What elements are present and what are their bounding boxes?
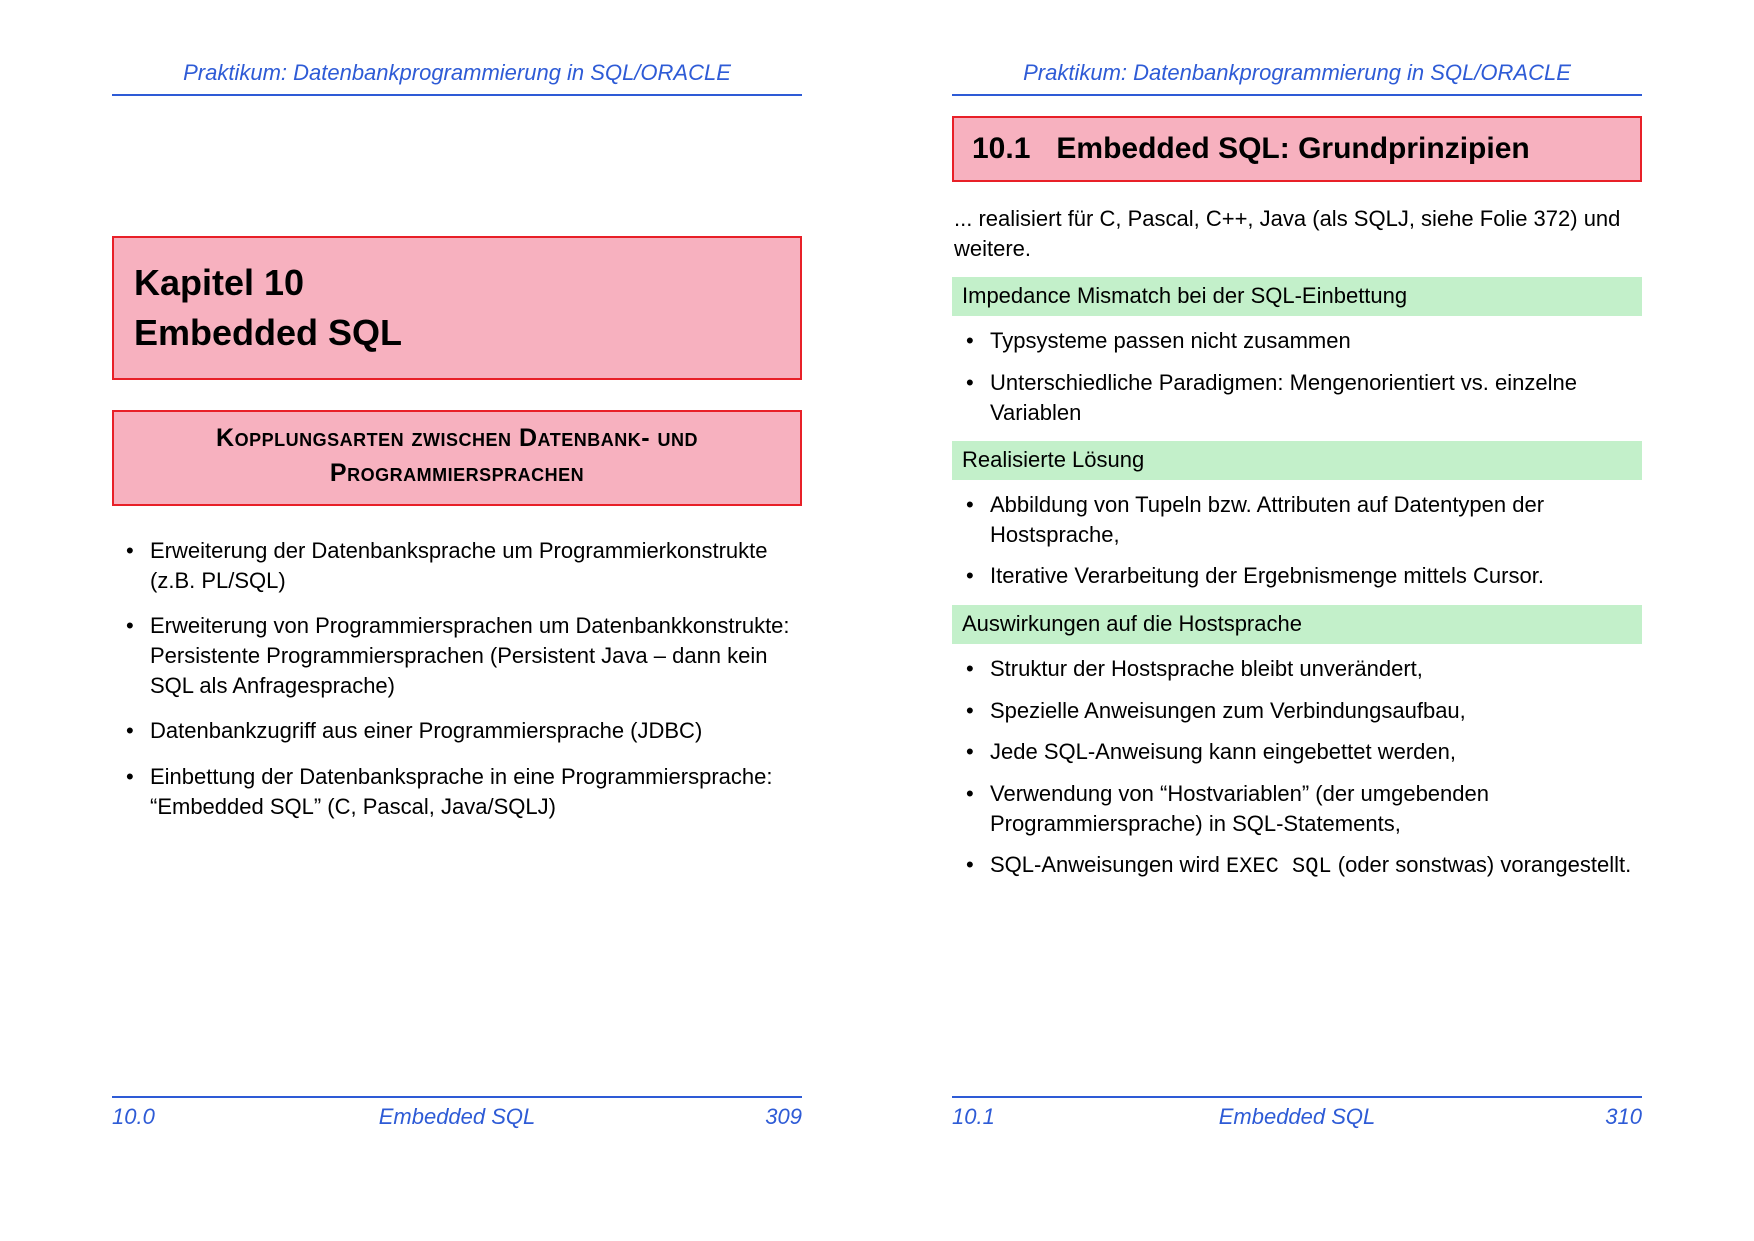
list-item: Iterative Verarbeitung der Ergebnismenge… xyxy=(952,561,1642,591)
page-footer-right: 10.1 Embedded SQL 310 xyxy=(952,1096,1642,1130)
page-footer-left: 10.0 Embedded SQL 309 xyxy=(112,1096,802,1130)
list-item: Unterschiedliche Paradigmen: Mengenorien… xyxy=(952,368,1642,427)
page-content-right: 10.1 Embedded SQL: Grundprinzipien ... re… xyxy=(952,116,1642,1096)
footer-section-number: 10.0 xyxy=(112,1104,232,1130)
list-item: Abbildung von Tupeln bzw. Attributen auf… xyxy=(952,490,1642,549)
list-item: Erweiterung von Programmiersprachen um D… xyxy=(112,611,802,700)
footer-section-number: 10.1 xyxy=(952,1104,1072,1130)
bullet-list-3: Struktur der Hostsprache bleibt unveränd… xyxy=(952,654,1642,882)
green-heading-2: Realisierte Lösung xyxy=(952,441,1642,480)
section-title-box: 10.1 Embedded SQL: Grundprinzipien xyxy=(952,116,1642,182)
subsection-line2: Programmiersprachen xyxy=(130,459,784,488)
list-item: Datenbankzugriff aus einer Programmiersp… xyxy=(112,716,802,746)
list-item: Typsysteme passen nicht zusammen xyxy=(952,326,1642,356)
footer-page-number: 310 xyxy=(1522,1104,1642,1130)
subsection-title-box: Kopplungsarten zwischen Datenbank- und P… xyxy=(112,410,802,506)
text-segment: (oder sonstwas) vorangestellt. xyxy=(1332,852,1632,877)
footer-title: Embedded SQL xyxy=(1072,1104,1522,1130)
page-content-left: Kapitel 10 Embedded SQL Kopplungsarten z… xyxy=(112,116,802,1096)
page-right: Praktikum: Datenbankprogrammierung in SQ… xyxy=(897,40,1697,1160)
text-segment: SQL-Anweisungen wird xyxy=(990,852,1226,877)
footer-title: Embedded SQL xyxy=(232,1104,682,1130)
page-left: Praktikum: Datenbankprogrammierung in SQ… xyxy=(57,40,857,1160)
list-item: Struktur der Hostsprache bleibt unveränd… xyxy=(952,654,1642,684)
bullet-list-1: Typsysteme passen nicht zusammen Untersc… xyxy=(952,326,1642,427)
list-item: Erweiterung der Datenbanksprache um Prog… xyxy=(112,536,802,595)
list-item: Jede SQL-Anweisung kann eingebettet werd… xyxy=(952,737,1642,767)
chapter-name: Embedded SQL xyxy=(134,312,780,354)
green-heading-1: Impedance Mismatch bei der SQL-Einbettun… xyxy=(952,277,1642,316)
section-name: Embedded SQL: Grundprinzipien xyxy=(1056,132,1529,165)
footer-page-number: 309 xyxy=(682,1104,802,1130)
bullet-list-2: Abbildung von Tupeln bzw. Attributen auf… xyxy=(952,490,1642,591)
section-number: 10.1 xyxy=(972,132,1030,166)
list-item: SQL-Anweisungen wird EXEC SQL (oder sons… xyxy=(952,850,1642,882)
list-item: Verwendung von “Hostvariablen” (der umge… xyxy=(952,779,1642,838)
subsection-line1: Kopplungsarten zwischen Datenbank- und xyxy=(130,424,784,453)
chapter-number: Kapitel 10 xyxy=(134,262,780,304)
list-item: Spezielle Anweisungen zum Verbindungsauf… xyxy=(952,696,1642,726)
running-header: Praktikum: Datenbankprogrammierung in SQ… xyxy=(952,60,1642,96)
bullet-list-left: Erweiterung der Datenbanksprache um Prog… xyxy=(112,536,802,822)
list-item: Einbettung der Datenbanksprache in eine … xyxy=(112,762,802,821)
green-heading-3: Auswirkungen auf die Hostsprache xyxy=(952,605,1642,644)
running-header: Praktikum: Datenbankprogrammierung in SQ… xyxy=(112,60,802,96)
intro-paragraph: ... realisiert für C, Pascal, C++, Java … xyxy=(954,204,1642,263)
chapter-title-box: Kapitel 10 Embedded SQL xyxy=(112,236,802,380)
code-segment: EXEC SQL xyxy=(1226,854,1332,879)
